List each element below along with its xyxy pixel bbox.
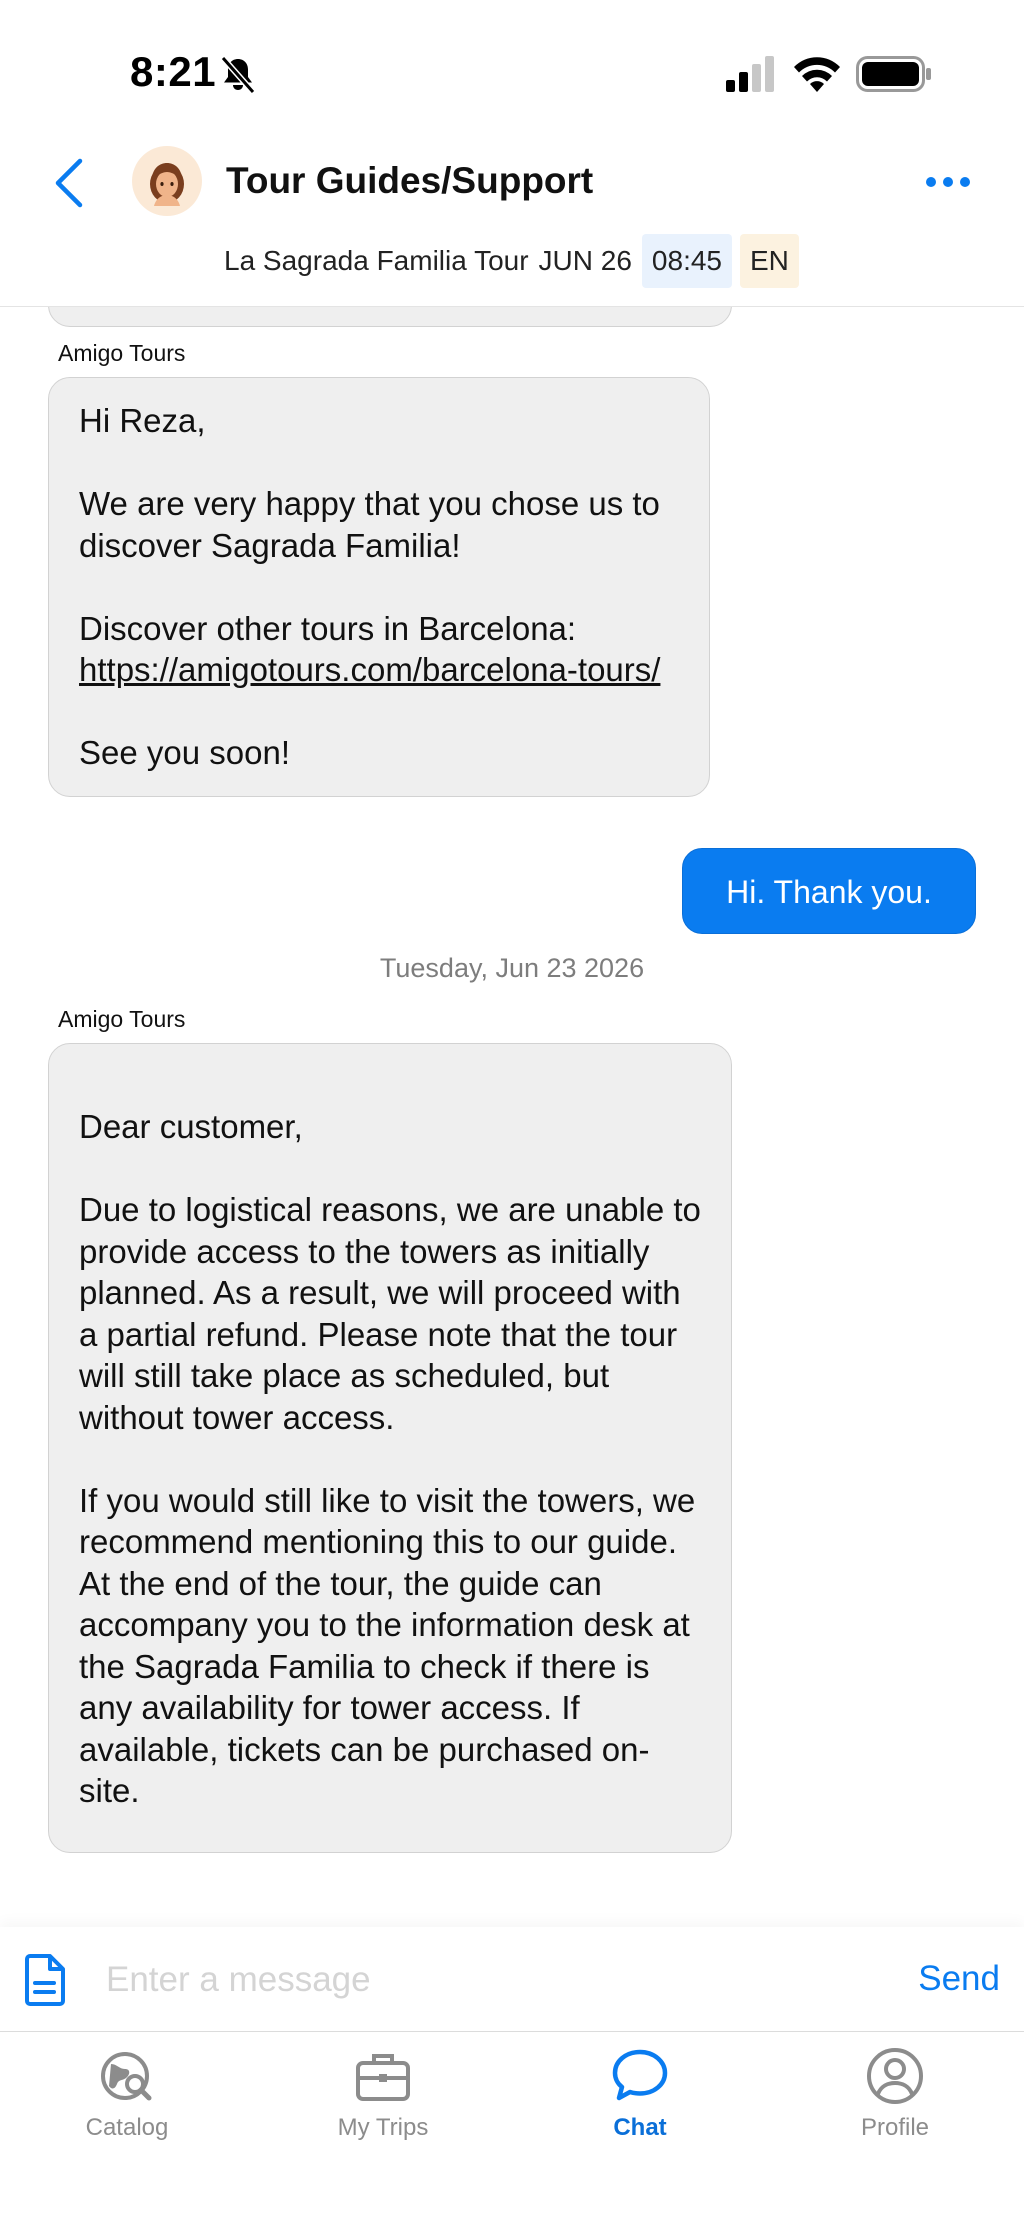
- message-text: Discover other tours in Barcelona:: [79, 609, 577, 647]
- tours-link[interactable]: https://amigotours.com/barcelona-tours/: [79, 651, 660, 688]
- send-button[interactable]: Send: [880, 1949, 1000, 2009]
- language-badge: EN: [740, 234, 799, 288]
- incoming-message-bubble: Dear customer, Due to logistical reasons…: [48, 1043, 732, 1853]
- tab-label: Profile: [860, 2114, 930, 2141]
- incoming-message-bubble: Hi Reza, We are very happy that you chos…: [48, 377, 710, 797]
- document-icon[interactable]: [24, 1953, 66, 2007]
- tab-bar: Catalog My Trips Chat Profile: [0, 2032, 1024, 2225]
- tab-profile[interactable]: Profile: [795, 2046, 995, 2166]
- chat-title: Tour Guides/Support: [226, 160, 594, 201]
- message-composer: Send: [0, 1927, 1024, 2032]
- message-input[interactable]: [104, 1947, 848, 2013]
- chat-bubble-icon: [612, 2049, 668, 2101]
- tour-date: JUN 26: [538, 245, 632, 276]
- tab-my-trips[interactable]: My Trips: [283, 2046, 483, 2166]
- bell-slash-icon: [220, 56, 256, 94]
- message-text: Due to logistical reasons, we are unable…: [79, 1191, 701, 1436]
- previous-message-bubble: [48, 307, 732, 327]
- tab-catalog[interactable]: Catalog: [27, 2046, 227, 2166]
- message-sender: Amigo Tours: [58, 340, 186, 366]
- more-options-icon[interactable]: [924, 168, 972, 196]
- message-text: Dear customer,: [79, 1108, 303, 1145]
- woman-avatar-icon: [150, 163, 184, 206]
- tour-name: La Sagrada Familia Tour: [224, 245, 529, 276]
- tour-info-row: La Sagrada Familia Tour JUN 26 08:45 EN: [224, 234, 799, 288]
- wifi-icon: [794, 57, 840, 92]
- date-separator: Tuesday, Jun 23 2026: [379, 953, 645, 983]
- profile-icon: [867, 2048, 923, 2104]
- message-text: If you would still like to visit the tow…: [79, 1481, 696, 1810]
- tab-label: Catalog: [85, 2114, 169, 2141]
- message-text: Hi Reza,: [79, 402, 206, 439]
- message-text: We are very happy that you chose us to d…: [79, 485, 660, 564]
- status-time: 8:21: [130, 48, 217, 95]
- back-chevron-icon[interactable]: [48, 155, 92, 211]
- chat-messages[interactable]: Amigo Tours Hi Reza, We are very happy t…: [0, 307, 1024, 1927]
- tab-label: My Trips: [337, 2114, 429, 2141]
- message-text: See you soon!: [79, 734, 290, 771]
- briefcase-icon: [356, 2054, 410, 2101]
- tab-chat[interactable]: Chat: [540, 2046, 740, 2166]
- status-bar: 8:21: [0, 0, 1024, 140]
- globe-search-icon: [101, 2052, 152, 2101]
- battery-icon: [856, 56, 931, 92]
- tab-label: Chat: [613, 2114, 667, 2141]
- message-sender: Amigo Tours: [58, 1006, 186, 1032]
- support-avatar: [132, 146, 202, 216]
- outgoing-message-bubble: Hi. Thank you.: [682, 848, 976, 934]
- cellular-signal-icon: [726, 56, 774, 92]
- tour-time-badge: 08:45: [641, 234, 732, 288]
